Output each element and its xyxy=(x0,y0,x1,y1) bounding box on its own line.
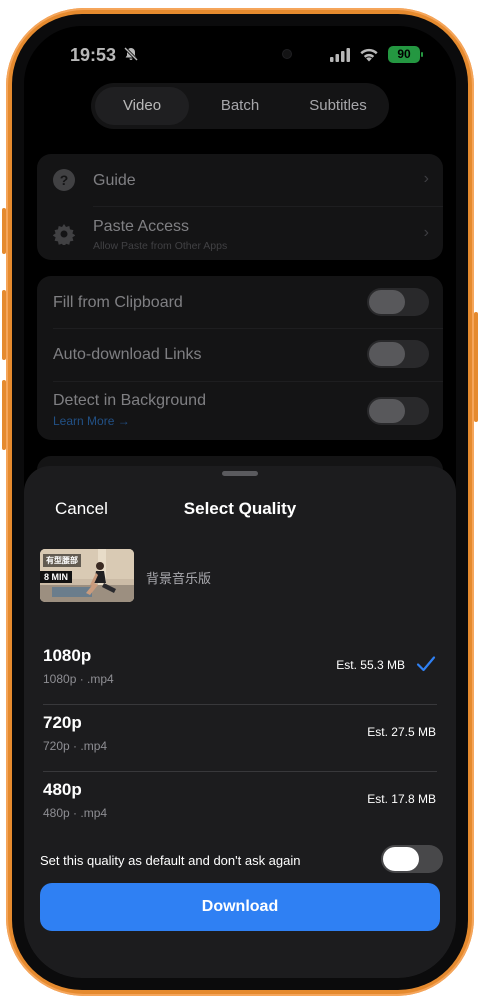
download-button[interactable]: Download xyxy=(40,883,440,931)
video-title: 背景音乐版 xyxy=(146,571,212,586)
quality-format: 720p · .mp4 xyxy=(43,739,108,753)
default-quality-bar: Set this quality as default and don't as… xyxy=(24,838,456,882)
quality-option-480p[interactable]: 480p 480p · .mp4 Est. 17.8 MB xyxy=(24,772,456,838)
default-quality-label: Set this quality as default and don't as… xyxy=(40,853,301,868)
video-thumbnail: 有型腰部 8 MIN xyxy=(40,549,134,602)
sheet-grabber[interactable] xyxy=(222,471,258,476)
volume-up-button xyxy=(2,290,6,360)
checkmark-icon xyxy=(416,656,436,672)
quality-name: 720p xyxy=(43,713,82,732)
power-button xyxy=(474,312,478,422)
quality-name: 1080p xyxy=(43,646,92,665)
quality-size: Est. 17.8 MB xyxy=(367,792,436,806)
quality-size: Est. 55.3 MB xyxy=(336,658,405,672)
action-button xyxy=(2,208,6,254)
quality-list: 1080p 1080p · .mp4 Est. 55.3 MB 720p 720… xyxy=(24,616,456,838)
thumbnail-caption-bottom: 8 MIN xyxy=(40,571,73,583)
default-quality-toggle[interactable] xyxy=(381,845,443,873)
screen: 19:53 90 Video Batch Subtitles ? Guide ›… xyxy=(24,26,456,978)
quality-format: 1080p · .mp4 xyxy=(43,672,114,686)
quality-format: 480p · .mp4 xyxy=(43,806,108,820)
quality-option-720p[interactable]: 720p 720p · .mp4 Est. 27.5 MB xyxy=(24,705,456,772)
thumbnail-caption-top: 有型腰部 xyxy=(43,554,81,567)
sheet-title: Select Quality xyxy=(183,499,297,518)
quality-option-1080p[interactable]: 1080p 1080p · .mp4 Est. 55.3 MB xyxy=(24,638,456,705)
quality-name: 480p xyxy=(43,780,82,799)
quality-sheet: Cancel Select Quality 有型腰部 8 MIN 背景音乐版 1… xyxy=(24,466,456,978)
quality-size: Est. 27.5 MB xyxy=(367,725,436,739)
volume-down-button xyxy=(2,380,6,450)
